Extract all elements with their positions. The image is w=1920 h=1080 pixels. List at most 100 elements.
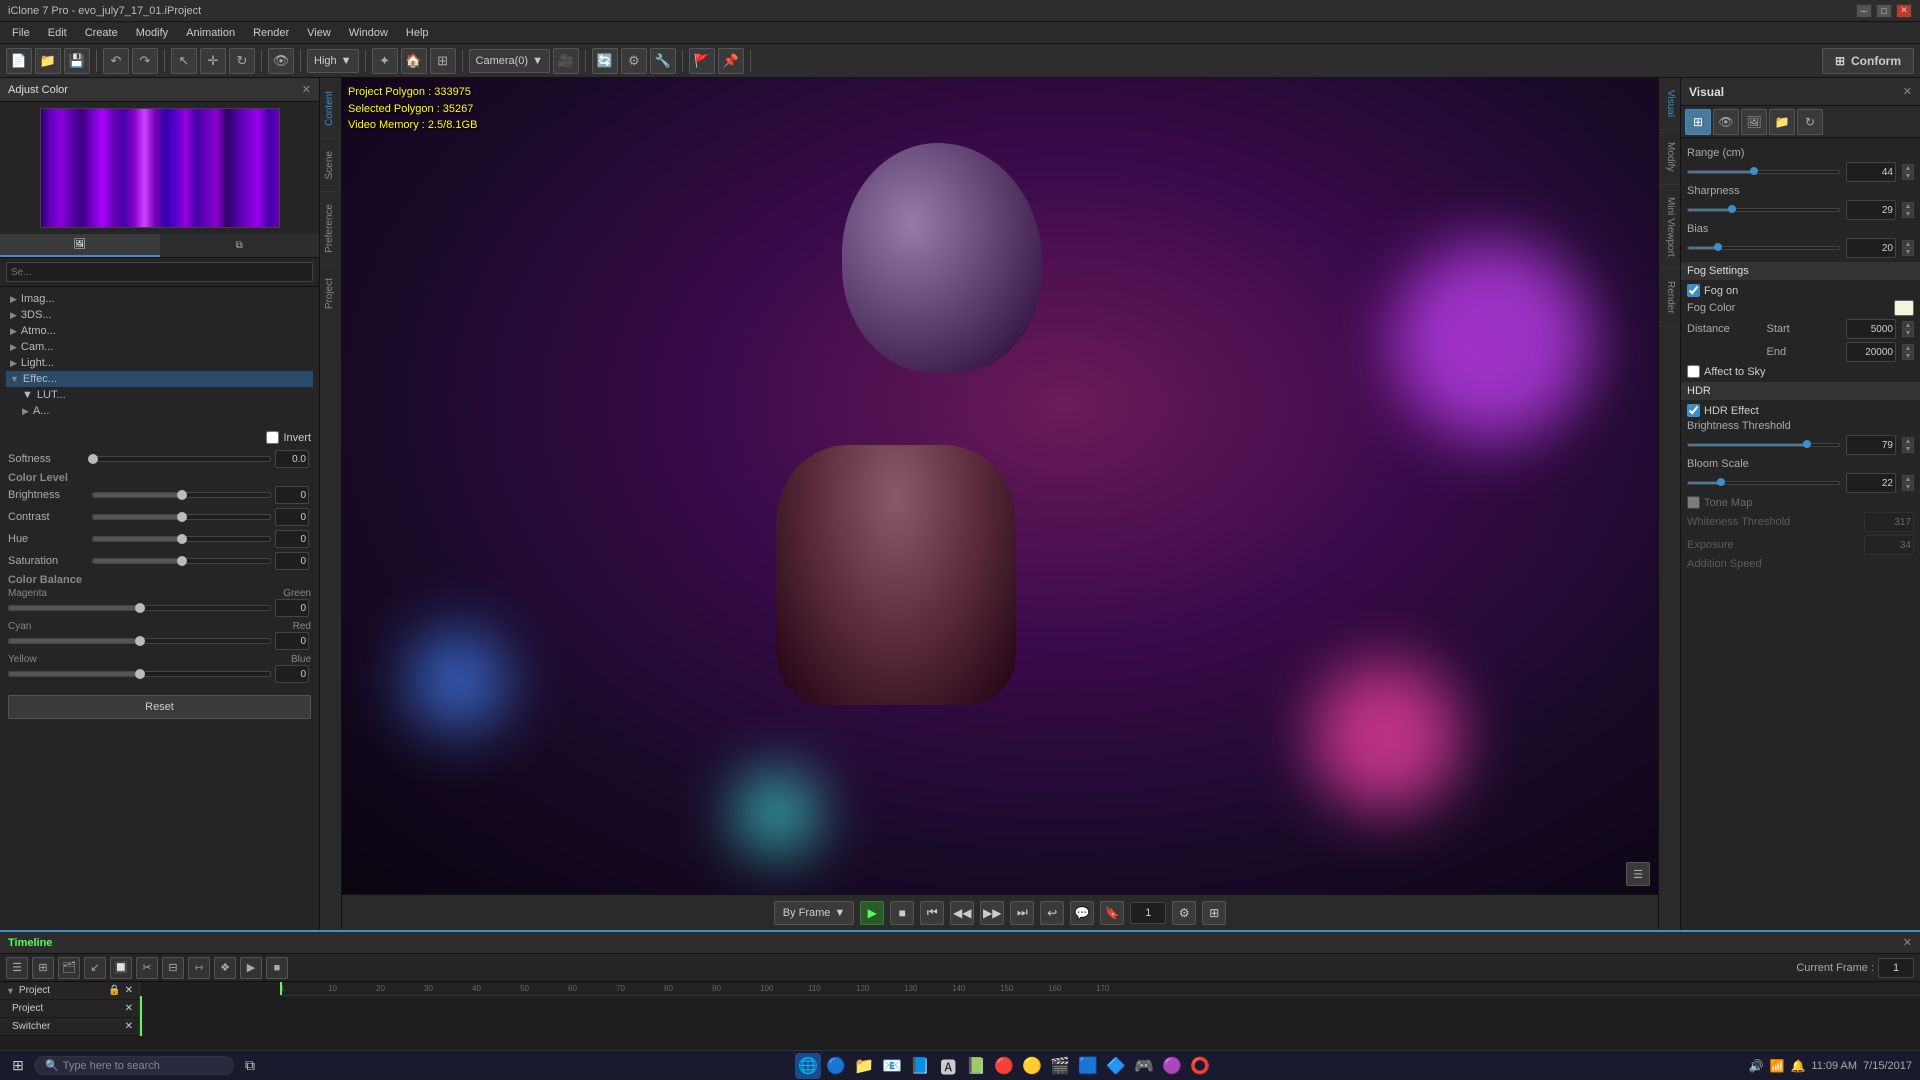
close-button[interactable]: ✕ [1896,4,1912,18]
taskbar-app-13[interactable]: 🎮 [1131,1053,1157,1079]
loop-button[interactable]: ↩ [1040,901,1064,925]
sharpness-down[interactable]: ▼ [1902,210,1914,218]
bias-up[interactable]: ▲ [1902,240,1914,248]
minimize-button[interactable]: ─ [1856,4,1872,18]
track-close-switcher[interactable]: ✕ [125,1021,133,1032]
start-up[interactable]: ▲ [1902,321,1914,329]
menu-edit[interactable]: Edit [40,25,75,41]
tree-item-atmo[interactable]: ▶ Atmo... [6,323,313,339]
fog-on-checkbox[interactable] [1687,284,1700,297]
tl-btn-1[interactable]: ☰ [6,957,28,979]
start-down[interactable]: ▼ [1902,329,1914,337]
camera-record[interactable]: 🎥 [553,48,579,74]
bookmark-button[interactable]: 🔖 [1100,901,1124,925]
whiteness-value-input[interactable] [1864,512,1914,532]
tree-item-3dscene[interactable]: ▶ 3DS... [6,307,313,323]
sharpness-up[interactable]: ▲ [1902,202,1914,210]
right-panel-close[interactable]: ✕ [1903,85,1912,98]
pin-button[interactable]: 📌 [718,48,744,74]
sharpness-slider[interactable] [1687,208,1840,212]
prev-frame-button[interactable]: ◀◀ [950,901,974,925]
cyan-slider[interactable] [8,638,271,644]
conform-button[interactable]: ⊞ Conform [1822,48,1914,74]
tray-wifi[interactable]: 📶 [1769,1059,1784,1073]
rp-icon-scene[interactable]: ⊞ [1685,109,1711,135]
menu-create[interactable]: Create [77,25,126,41]
invert-checkbox[interactable] [266,431,279,444]
brightness-threshold-value-input[interactable] [1846,435,1896,455]
yellow-value-input[interactable] [275,665,309,683]
undo-button[interactable]: ↶ [103,48,129,74]
current-frame-input[interactable] [1878,958,1914,978]
taskbar-app-6[interactable]: 🅰 [935,1053,961,1079]
tone-map-checkbox[interactable] [1687,496,1700,509]
contrast-slider[interactable] [92,514,271,520]
tl-stop[interactable]: ■ [266,957,288,979]
start-button[interactable]: ⊞ [6,1054,30,1078]
tl-btn-3[interactable]: 🗂 [58,957,80,979]
saturation-slider[interactable] [92,558,271,564]
tl-btn-2[interactable]: ⊞ [32,957,54,979]
tray-volume[interactable]: 🔔 [1790,1059,1805,1073]
light-button[interactable]: ✦ [372,48,398,74]
select-button[interactable]: ↖ [171,48,197,74]
softness-value-input[interactable] [275,450,309,468]
tools-button[interactable]: 🔧 [650,48,676,74]
affect-sky-checkbox[interactable] [1687,365,1700,378]
quality-dropdown[interactable]: High ▼ [307,49,359,73]
bloom-up[interactable]: ▲ [1902,475,1914,483]
track-content[interactable] [140,996,1920,1036]
brightness-threshold-slider[interactable] [1687,443,1840,447]
play-button[interactable]: ▶ [860,901,884,925]
taskbar-app-9[interactable]: 🟡 [1019,1053,1045,1079]
bias-down[interactable]: ▼ [1902,248,1914,256]
tree-item-light[interactable]: ▶ Light... [6,355,313,371]
cyan-value-input[interactable] [275,632,309,650]
track-lock-project[interactable]: 🔒 [108,985,120,996]
comment-button[interactable]: 💬 [1070,901,1094,925]
right-vtab-render[interactable]: Render [1659,269,1680,327]
menu-render[interactable]: Render [245,25,297,41]
taskbar-app-14[interactable]: 🟣 [1159,1053,1185,1079]
go-end-button[interactable]: ⏭ [1010,901,1034,925]
menu-help[interactable]: Help [398,25,437,41]
taskbar-app-edge[interactable]: 🌐 [795,1053,821,1079]
grid-ctrl-button[interactable]: ⊞ [1202,901,1226,925]
magenta-slider[interactable] [8,605,271,611]
bloom-down[interactable]: ▼ [1902,483,1914,491]
viewport-canvas[interactable]: Project Polygon : 333975 Selected Polygo… [342,78,1658,894]
bloom-scale-value-input[interactable] [1846,473,1896,493]
move-button[interactable]: ✛ [200,48,226,74]
end-down[interactable]: ▼ [1902,352,1914,360]
menu-file[interactable]: File [4,25,38,41]
rp-icon-eye[interactable]: 👁 [1713,109,1739,135]
magenta-value-input[interactable] [275,599,309,617]
taskbar-app-5[interactable]: 📘 [907,1053,933,1079]
track-close-project2[interactable]: ✕ [125,1003,133,1014]
hdr-section-header[interactable]: HDR [1681,382,1920,400]
tl-btn-7[interactable]: ⊟ [162,957,184,979]
tree-item-effect[interactable]: ▼ Effec... [6,371,313,387]
viewport-btn[interactable]: ⊞ [430,48,456,74]
tl-btn-5[interactable]: 🔲 [110,957,132,979]
end-value-input[interactable] [1846,342,1896,362]
end-up[interactable]: ▲ [1902,344,1914,352]
tree-item-lu[interactable]: ▼ LUT... [6,387,313,403]
exposure-value-input[interactable] [1864,535,1914,555]
rotate-button[interactable]: ↻ [229,48,255,74]
range-slider[interactable] [1687,170,1840,174]
taskbar-app-mail[interactable]: 📧 [879,1053,905,1079]
open-button[interactable]: 📁 [35,48,61,74]
bloom-scale-slider[interactable] [1687,481,1840,485]
hue-slider[interactable] [92,536,271,542]
save-button[interactable]: 💾 [64,48,90,74]
menu-window[interactable]: Window [341,25,396,41]
softness-slider[interactable] [92,456,271,462]
brightness-slider[interactable] [92,492,271,498]
playhead[interactable] [280,982,282,995]
side-tab-project[interactable]: Project [320,265,341,321]
go-start-button[interactable]: ⏮ [920,901,944,925]
start-value-input[interactable] [1846,319,1896,339]
bt-up[interactable]: ▲ [1902,437,1914,445]
contrast-value-input[interactable] [275,508,309,526]
